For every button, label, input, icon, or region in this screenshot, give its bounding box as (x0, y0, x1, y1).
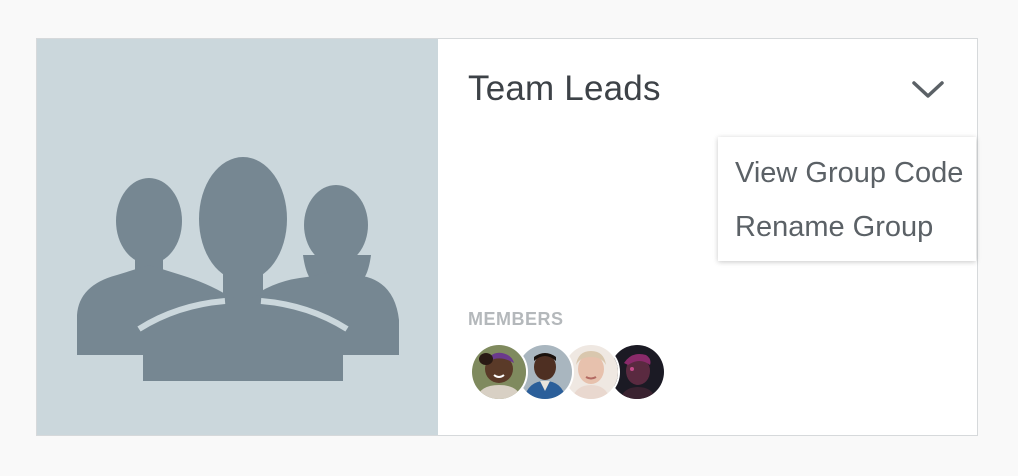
member-avatar-1[interactable] (470, 343, 528, 401)
members-label: MEMBERS (468, 309, 564, 329)
group-title[interactable]: Team Leads (468, 69, 661, 109)
group-card-body: Team Leads View Group Code Rename Group … (438, 39, 977, 435)
menu-item-view-group-code[interactable]: View Group Code (718, 153, 976, 207)
chevron-down-icon[interactable] (910, 77, 946, 103)
group-people-icon (77, 157, 399, 381)
group-card[interactable]: Team Leads View Group Code Rename Group … (36, 38, 978, 436)
group-thumbnail (37, 39, 438, 435)
group-actions-menu: View Group Code Rename Group (718, 137, 976, 261)
menu-item-rename-group[interactable]: Rename Group (718, 207, 976, 261)
member-avatars (470, 343, 670, 403)
